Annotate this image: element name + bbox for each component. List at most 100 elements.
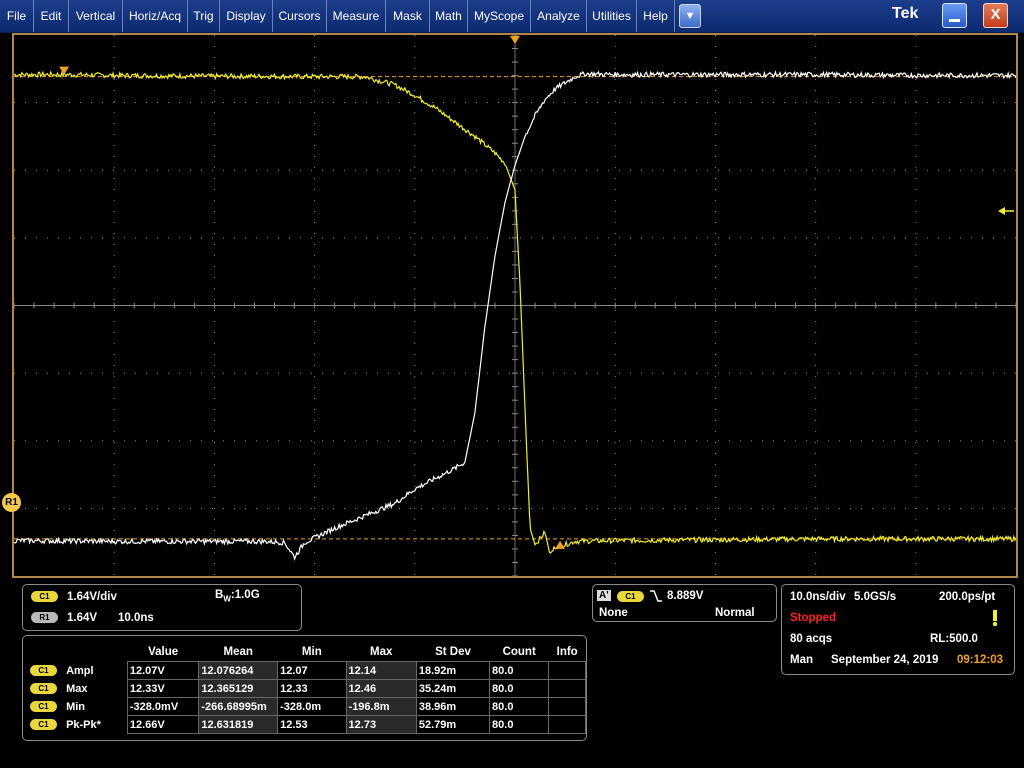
close-button[interactable]: X: [983, 3, 1008, 28]
menu-measure[interactable]: Measure: [327, 0, 386, 32]
acquisition-mode: Man: [790, 654, 813, 666]
date: September 24, 2019: [831, 654, 939, 666]
menu-file[interactable]: File: [0, 0, 34, 32]
measurement-info: [548, 661, 586, 680]
falling-edge-icon: [649, 589, 663, 606]
measurement-max: -196.8m: [345, 697, 417, 716]
bandwidth-label: BW:1.0G: [215, 589, 260, 604]
triangle-down-icon: ▼: [684, 10, 696, 22]
measurement-value: 12.66V: [126, 715, 200, 734]
measurement-mean: -266.68995m: [198, 697, 279, 716]
measurement-stdev: 52.79m: [415, 715, 491, 734]
trigger-info-panel[interactable]: A' C1 8.889V None Normal: [592, 584, 777, 622]
measurement-mean: 12.631819: [198, 715, 279, 734]
menu-help[interactable]: Help: [637, 0, 675, 32]
measurement-label-cell: C1 Max: [30, 680, 127, 698]
header-stdev: St Dev: [435, 646, 471, 658]
trigger-coupling: None: [599, 607, 628, 619]
acquisition-count: 80 acqs: [790, 633, 833, 645]
measurement-stdev: 38.96m: [415, 697, 491, 716]
graticule: [14, 35, 1016, 576]
measurement-name: Ampl: [66, 664, 94, 677]
header-info: Info: [556, 646, 578, 658]
measurement-max: 12.73: [345, 715, 417, 734]
menu-display[interactable]: Display: [220, 0, 273, 32]
measurement-min: 12.07: [277, 661, 347, 680]
minimize-icon: [949, 19, 960, 22]
measurement-name: Min: [66, 700, 86, 713]
close-icon: X: [990, 6, 1001, 23]
channel1-badge: C1: [31, 591, 58, 603]
measurements-panel[interactable]: Value Mean Min Max St Dev Count Info C1 …: [22, 635, 587, 741]
cursor-marker-icon: [59, 66, 70, 75]
measurement-info: [548, 715, 586, 734]
menu-bar: File Edit Vertical Horiz/Acq Trig Displa…: [0, 0, 1024, 33]
header-min: Min: [301, 646, 322, 658]
dropdown-button[interactable]: ▼: [679, 4, 701, 28]
measurement-label-cell: C1 Pk-Pk*: [30, 716, 127, 734]
menu-math[interactable]: Math: [430, 0, 468, 32]
reference1-badge: R1: [31, 612, 58, 624]
header-value: Value: [148, 646, 179, 658]
trigger-position-icon: [510, 36, 520, 44]
menu-vertical[interactable]: Vertical: [69, 0, 123, 32]
measurement-min: -328.0m: [277, 697, 347, 716]
measurements-table: Value Mean Min Max St Dev Count Info C1 …: [30, 643, 586, 734]
measurement-source-badge: C1: [30, 683, 57, 695]
measurement-row[interactable]: C1 Max 12.33V 12.365129 12.33 12.46 35.24m 80.…: [30, 679, 586, 698]
waveform-display[interactable]: [12, 33, 1018, 578]
record-length: RL:500.0: [930, 633, 978, 645]
measurement-value: 12.33V: [126, 679, 200, 698]
measurement-min: 12.53: [277, 715, 347, 734]
resolution: 200.0ps/pt: [939, 591, 996, 603]
markers: [59, 36, 1014, 549]
reference-marker[interactable]: R1: [2, 493, 21, 512]
menu-utilities[interactable]: Utilities: [587, 0, 637, 32]
channel1-scale: 1.64V/div: [67, 591, 117, 603]
menu-myscope[interactable]: MyScope: [468, 0, 531, 32]
measurement-count: 80.0: [489, 679, 550, 698]
trigger-mode: Normal: [715, 607, 755, 619]
menu-edit[interactable]: Edit: [34, 0, 69, 32]
measurement-row[interactable]: C1 Pk-Pk* 12.66V 12.631819 12.53 12.73 52.79m…: [30, 715, 586, 734]
header-count: Count: [502, 646, 536, 658]
measurement-name: Max: [66, 682, 88, 695]
waveform-svg: [14, 35, 1016, 576]
measurement-value: 12.07V: [126, 661, 200, 680]
measurement-label-cell: C1 Ampl: [30, 662, 127, 680]
menu-horiz-acq[interactable]: Horiz/Acq: [123, 0, 188, 32]
measurement-max: 12.46: [345, 679, 417, 698]
cursor-marker-icon: [555, 540, 566, 549]
acquisition-info-panel[interactable]: 10.0ns/div 5.0GS/s 200.0ps/pt Stopped 80…: [781, 584, 1015, 675]
measurement-count: 80.0: [489, 715, 550, 734]
measurement-count: 80.0: [489, 661, 550, 680]
menu-trig[interactable]: Trig: [188, 0, 220, 32]
sample-rate: 5.0GS/s: [854, 591, 897, 603]
measurement-row[interactable]: C1 Min -328.0mV -266.68995m -328.0m -196.8m 3…: [30, 697, 586, 716]
arrow-left-icon: [998, 207, 1005, 215]
exclamation-icon: [990, 609, 1000, 630]
measurement-info: [548, 679, 586, 698]
menu-cursors[interactable]: Cursors: [273, 0, 327, 32]
acquisition-state: Stopped: [790, 612, 836, 624]
timebase: 10.0ns/div: [790, 591, 846, 603]
measurement-source-badge: C1: [30, 719, 57, 731]
measurement-source-badge: C1: [30, 701, 57, 713]
measurement-mean: 12.365129: [198, 679, 279, 698]
header-max: Max: [370, 646, 393, 658]
measurement-min: 12.33: [277, 679, 347, 698]
measurement-max: 12.14: [345, 661, 417, 680]
reference1-scale: 1.64V: [67, 612, 98, 624]
menu-analyze[interactable]: Analyze: [531, 0, 587, 32]
brand-logo: Tek: [892, 5, 919, 22]
menu-mask[interactable]: Mask: [386, 0, 430, 32]
measurement-count: 80.0: [489, 697, 550, 716]
measurement-row[interactable]: C1 Ampl 12.07V 12.076264 12.07 12.14 18.92m 80…: [30, 661, 586, 680]
time: 09:12:03: [957, 654, 1004, 666]
header-mean: Mean: [223, 646, 253, 658]
channel-info-panel[interactable]: C1 1.64V/div BW:1.0G R1 1.64V 10.0ns: [22, 584, 302, 631]
trigger-source-badge: C1: [617, 591, 644, 603]
reference1-timebase: 10.0ns: [118, 612, 154, 624]
minimize-button[interactable]: [942, 3, 967, 28]
measurement-value: -328.0mV: [126, 697, 200, 716]
